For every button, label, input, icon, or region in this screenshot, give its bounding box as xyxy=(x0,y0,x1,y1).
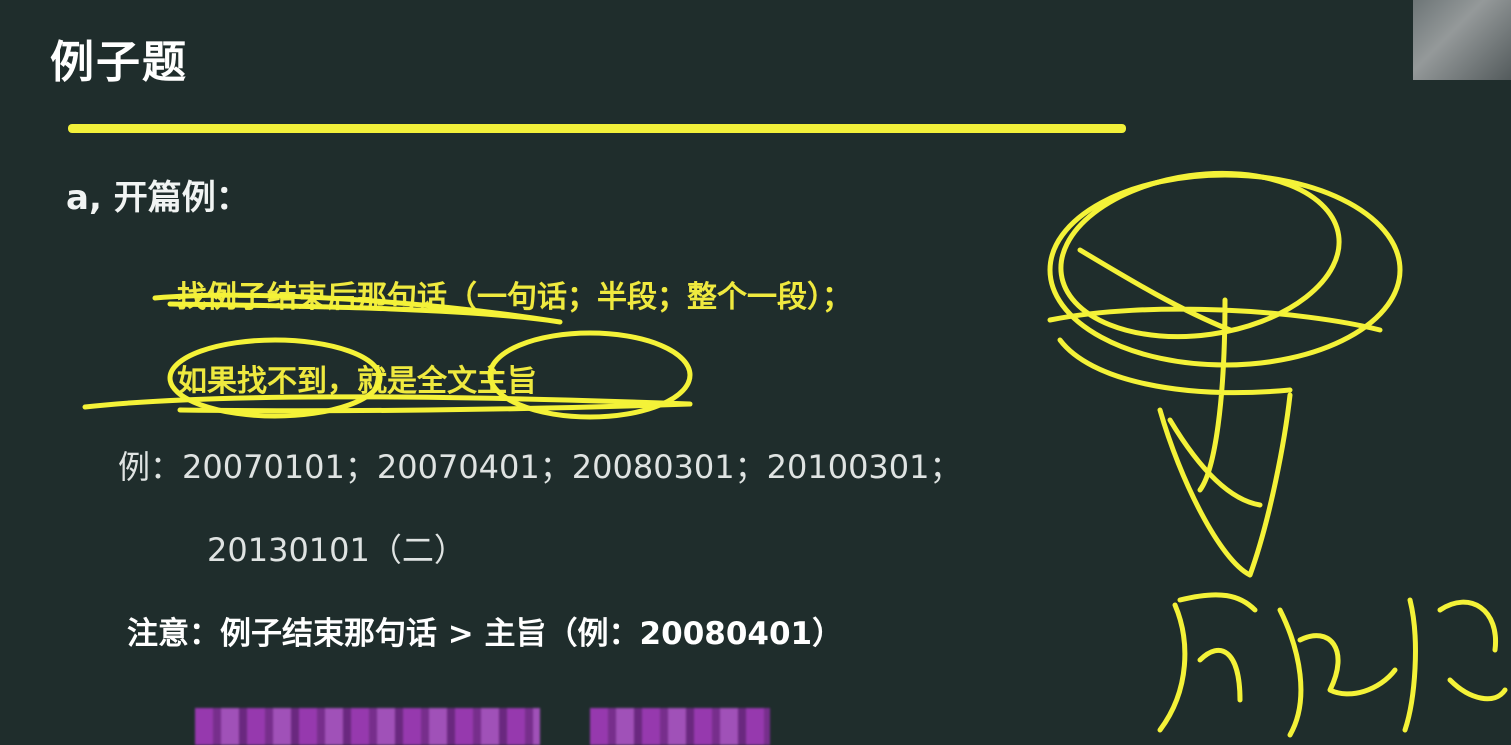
section-label: a, 开篇例： xyxy=(66,178,250,218)
scribble-loop-large xyxy=(1047,172,1403,368)
scribble-tail xyxy=(1157,392,1293,578)
note-line: 注意：例子结束那句话 > 主旨（例：20080401） xyxy=(127,616,844,652)
blurred-caption-2 xyxy=(590,708,770,745)
scribble-cross-strokes xyxy=(1047,247,1383,493)
slide-title: 例子题 xyxy=(50,37,188,88)
webcam-thumbnail xyxy=(1413,0,1511,80)
rule-line-1: 找例子结束后那句话（一句话；半段；整个一段）； xyxy=(177,280,852,315)
blurred-caption-1 xyxy=(195,708,540,745)
handwritten-word xyxy=(1157,592,1508,738)
lecture-slide: 例子题 a, 开篇例： 找例子结束后那句话（一句话；半段；整个一段）； 如果找不… xyxy=(0,0,1511,745)
rule-line-2: 如果找不到，就是全文主旨 xyxy=(177,364,537,399)
title-underline-rule xyxy=(68,124,1126,133)
scribble-loop-inner xyxy=(1058,170,1342,340)
examples-line-1: 例：20070101；20070401；20080301；20100301； xyxy=(118,448,962,486)
examples-line-2: 20130101（二） xyxy=(207,531,466,569)
